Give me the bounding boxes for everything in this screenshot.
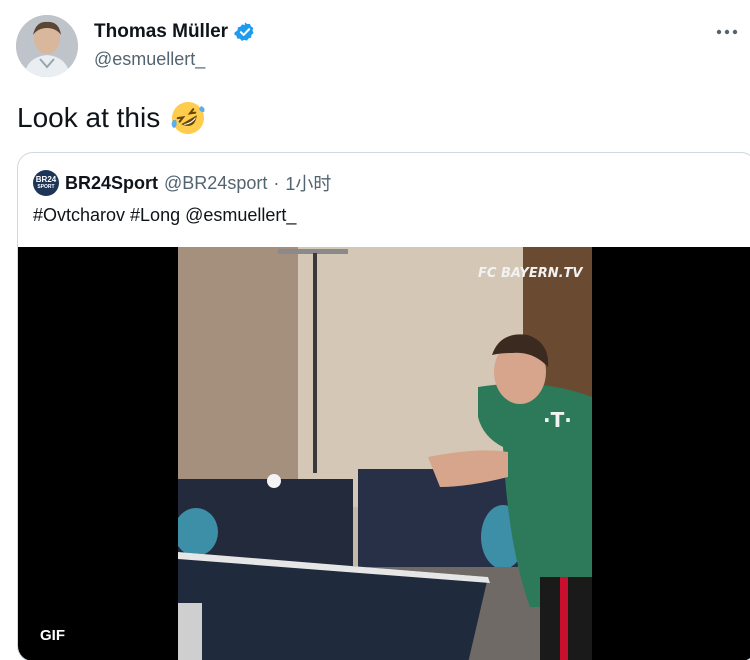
avatar-photo xyxy=(16,15,78,77)
more-options-button[interactable] xyxy=(710,20,744,44)
verified-badge-icon xyxy=(234,22,254,41)
author-name-row[interactable]: Thomas Müller xyxy=(94,21,256,43)
quoted-author-avatar[interactable]: BR24 SPORT xyxy=(33,170,59,196)
quoted-author-name[interactable]: BR24Sport xyxy=(65,173,158,194)
gif-frame-image: ·T· FC BAYERN.TV xyxy=(178,247,592,660)
author-avatar[interactable] xyxy=(16,15,78,77)
quoted-tweet-header: BR24 SPORT BR24Sport @BR24sport · 1小时 xyxy=(33,170,331,196)
fc-bayern-watermark: FC BAYERN.TV xyxy=(478,266,583,281)
quoted-tweet-text: #Ovtcharov #Long @esmuellert_ xyxy=(33,205,297,225)
quoted-avatar-text-bottom: SPORT xyxy=(37,184,55,190)
quoted-timestamp[interactable]: 1小时 xyxy=(285,170,331,196)
author-name[interactable]: Thomas Müller xyxy=(94,21,228,43)
tweet-text-row: Look at this xyxy=(17,100,206,136)
tweet-text: Look at this xyxy=(17,102,161,133)
separator-dot: · xyxy=(273,172,280,193)
quoted-tweet-card[interactable]: BR24 SPORT BR24Sport @BR24sport · 1小时 #O… xyxy=(17,152,750,660)
svg-text:·T·: ·T· xyxy=(543,408,572,432)
quoted-avatar-text-top: BR24 xyxy=(35,175,57,184)
gif-badge: GIF xyxy=(34,624,71,647)
author-handle[interactable]: @esmuellert_ xyxy=(94,49,205,70)
quoted-author-handle[interactable]: @BR24sport xyxy=(164,173,267,194)
gif-player[interactable]: ·T· FC BAYERN.TV GIF xyxy=(18,247,750,660)
rolling-laughing-emoji-icon xyxy=(171,102,205,134)
more-dots-icon xyxy=(716,29,738,35)
video-frame: ·T· FC BAYERN.TV xyxy=(178,247,592,660)
